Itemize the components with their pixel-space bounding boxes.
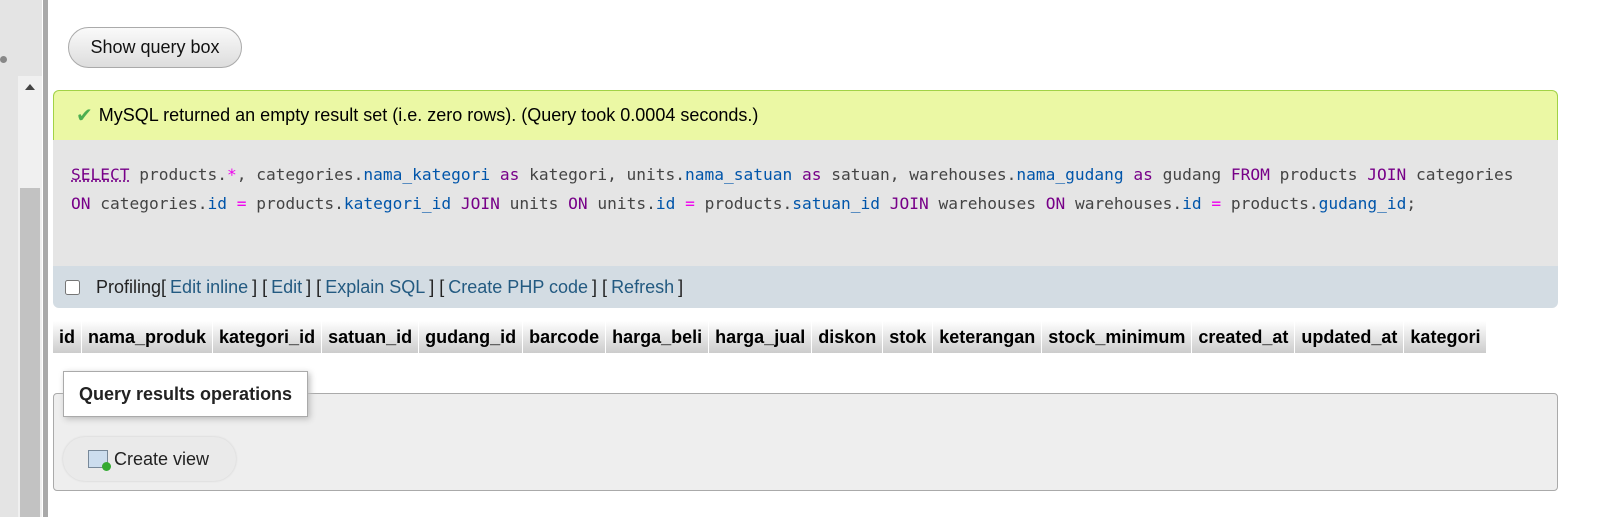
sql-token: as xyxy=(499,165,520,184)
sql-text: , categories. xyxy=(236,165,364,184)
sql-text: products xyxy=(1269,165,1368,184)
sql-token: ON xyxy=(71,194,91,213)
sql-token: as xyxy=(1133,165,1153,184)
query-results-operations-title: Query results operations xyxy=(63,371,309,417)
sql-text: products. xyxy=(246,194,344,213)
settings-icon[interactable] xyxy=(0,56,7,63)
success-text: MySQL returned an empty result set (i.e.… xyxy=(98,105,759,125)
sql-token: = xyxy=(236,194,247,213)
scroll-thumb[interactable] xyxy=(20,188,40,517)
sql-text: categories. xyxy=(90,194,208,213)
sql-token: SELECT xyxy=(71,165,130,184)
scroll-up-arrow-icon[interactable] xyxy=(25,84,35,90)
sql-token: nama_satuan xyxy=(685,165,793,184)
profiling-checkbox[interactable] xyxy=(65,279,80,295)
sql-token: * xyxy=(226,165,237,184)
sql-token: ON xyxy=(568,194,588,213)
sql-text: categories xyxy=(1406,165,1514,184)
sql-token: id xyxy=(655,194,676,213)
sql-text: products. xyxy=(1221,194,1319,213)
column-header-kategori[interactable]: kategori xyxy=(1404,321,1488,353)
column-header-id[interactable]: id xyxy=(53,321,82,353)
create-view-button[interactable]: Create view xyxy=(63,437,236,481)
sql-text: units. xyxy=(587,194,656,213)
column-header-updated_at[interactable]: updated_at xyxy=(1295,321,1405,353)
sql-token: gudang_id xyxy=(1318,194,1407,213)
create-view-label: Create view xyxy=(114,448,210,469)
query-tools-bar: Profiling [Edit inline] [Edit] [Explain … xyxy=(53,266,1558,308)
sql-token: kategori_id xyxy=(343,194,452,213)
profiling-label: Profiling xyxy=(96,276,162,297)
sql-token: FROM xyxy=(1230,165,1270,184)
sql-token: nama_kategori xyxy=(363,165,491,184)
sql-token: id xyxy=(207,194,227,213)
tool-link-create-php-code[interactable]: Create PHP code xyxy=(448,277,588,297)
sql-text: satuan, warehouses. xyxy=(821,165,1017,184)
create-view-icon xyxy=(88,450,111,471)
sql-token: JOIN xyxy=(1367,165,1407,184)
sql-token: nama_gudang xyxy=(1016,165,1124,184)
column-header-diskon[interactable]: diskon xyxy=(812,321,884,353)
sql-text: products. xyxy=(694,194,793,213)
tool-link-edit[interactable]: Edit xyxy=(271,277,302,297)
column-header-satuan_id[interactable]: satuan_id xyxy=(322,321,420,353)
sql-token: ON xyxy=(1045,194,1066,213)
sql-token: = xyxy=(1211,194,1222,213)
checkmark-icon: ✔ xyxy=(76,105,93,127)
results-table-header: id nama_produk kategori_id satuan_id gudang_… xyxy=(53,321,1488,353)
column-header-stok[interactable]: stok xyxy=(883,321,934,353)
column-header-harga_jual[interactable]: harga_jual xyxy=(709,321,813,353)
sql-query-display: SELECT products.*, categories.nama_kateg… xyxy=(53,140,1558,266)
sql-token: id xyxy=(1182,194,1202,213)
sql-text: units xyxy=(499,194,569,213)
sql-text: warehouses xyxy=(928,194,1046,213)
sql-token: = xyxy=(685,194,695,213)
sql-token: JOIN xyxy=(889,194,929,213)
sql-text: warehouses. xyxy=(1065,194,1183,213)
column-header-gudang_id[interactable]: gudang_id xyxy=(419,321,524,353)
tool-link-explain-sql[interactable]: Explain SQL xyxy=(325,277,425,297)
sql-text: kategori, units. xyxy=(519,165,686,184)
column-header-harga_beli[interactable]: harga_beli xyxy=(606,321,710,353)
column-header-stock_minimum[interactable]: stock_minimum xyxy=(1042,321,1193,353)
sql-text: gudang xyxy=(1152,165,1231,184)
column-header-barcode[interactable]: barcode xyxy=(523,321,607,353)
navigation-panel xyxy=(0,0,42,517)
sql-token: as xyxy=(802,165,822,184)
sql-token: JOIN xyxy=(460,194,500,213)
sql-token: satuan_id xyxy=(792,194,881,213)
panel-resizer[interactable] xyxy=(43,0,48,517)
column-header-keterangan[interactable]: keterangan xyxy=(933,321,1043,353)
show-query-box-button[interactable]: Show query box xyxy=(68,27,242,68)
nav-scrollbar[interactable] xyxy=(18,76,42,517)
column-header-created_at[interactable]: created_at xyxy=(1192,321,1296,353)
column-header-nama_produk[interactable]: nama_produk xyxy=(82,321,214,353)
sql-text: ; xyxy=(1406,194,1417,213)
tool-link-edit-inline[interactable]: Edit inline xyxy=(170,277,248,297)
tool-link-refresh[interactable]: Refresh xyxy=(611,277,674,297)
success-message: ✔ MySQL returned an empty result set (i.… xyxy=(53,90,1558,140)
column-header-kategori_id[interactable]: kategori_id xyxy=(213,321,323,353)
sql-text: products. xyxy=(129,165,227,184)
